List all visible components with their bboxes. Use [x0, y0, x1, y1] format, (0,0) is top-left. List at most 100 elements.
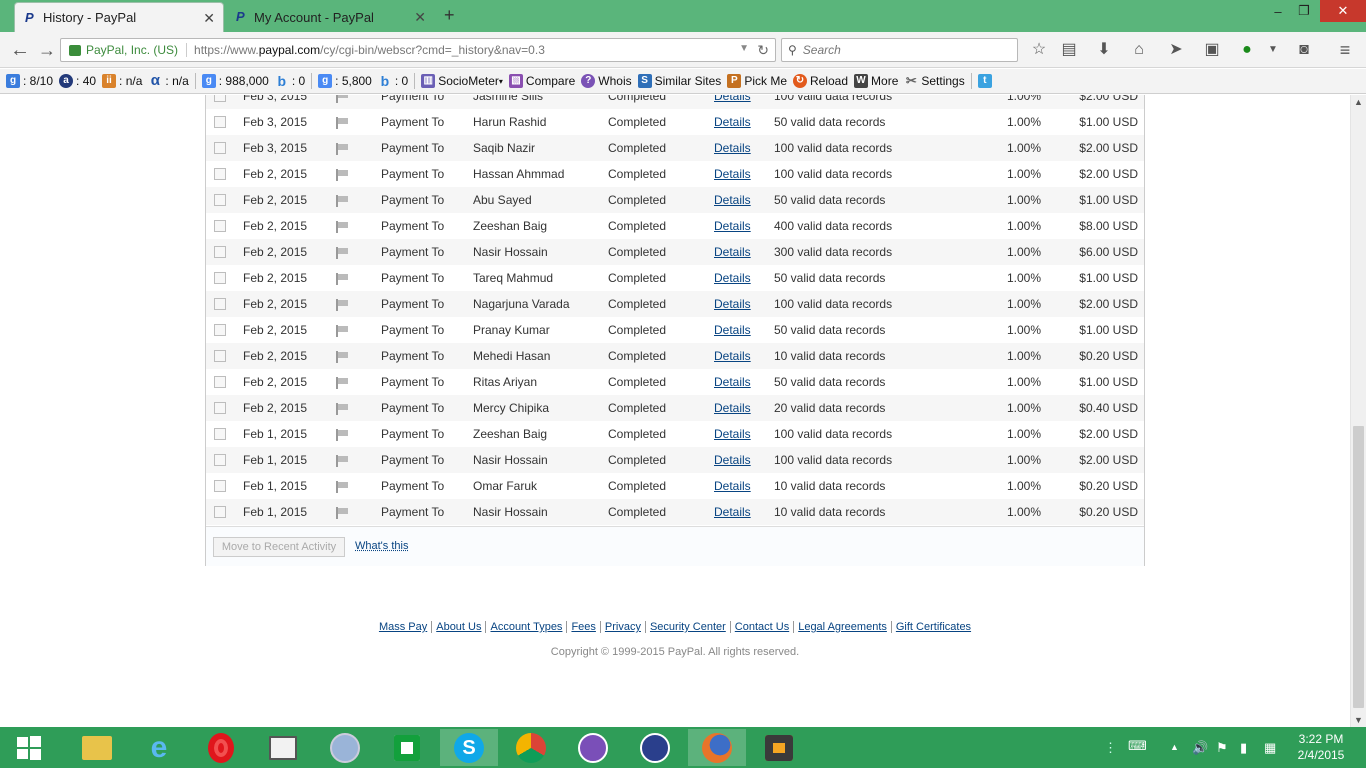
- back-icon[interactable]: ←: [10, 39, 30, 62]
- row-checkbox[interactable]: [214, 454, 226, 466]
- bookmark-item[interactable]: S Similar Sites: [637, 74, 721, 88]
- taskbar-app[interactable]: [750, 729, 808, 766]
- bookmark-item[interactable]: ▧ Compare: [508, 74, 575, 88]
- home-icon[interactable]: ⌂: [1130, 41, 1148, 59]
- details-link[interactable]: Details: [714, 95, 751, 103]
- flag-icon[interactable]: [335, 95, 349, 103]
- vertical-scrollbar[interactable]: ▲ ▼: [1350, 95, 1366, 727]
- flag-icon[interactable]: [335, 117, 349, 129]
- bookmark-item[interactable]: ▥ SocioMeter ▾: [421, 74, 503, 88]
- bookmark-item[interactable]: b: 0: [378, 74, 409, 88]
- bookmark-item[interactable]: ii: n/a: [102, 74, 142, 88]
- row-checkbox[interactable]: [214, 95, 226, 102]
- bookmark-item[interactable]: b: 0: [275, 74, 306, 88]
- volume-icon[interactable]: 🔊: [1192, 740, 1208, 756]
- bookmark-item[interactable]: α: n/a: [148, 73, 189, 88]
- row-checkbox[interactable]: [214, 402, 226, 414]
- extension-icon[interactable]: ●: [1238, 41, 1256, 59]
- details-link[interactable]: Details: [714, 193, 751, 207]
- details-link[interactable]: Details: [714, 271, 751, 285]
- bookmark-item[interactable]: ↻ Reload: [793, 74, 848, 88]
- details-link[interactable]: Details: [714, 505, 751, 519]
- start-button[interactable]: [0, 729, 58, 766]
- taskbar-app[interactable]: [254, 729, 312, 766]
- row-checkbox[interactable]: [214, 220, 226, 232]
- details-link[interactable]: Details: [714, 479, 751, 493]
- bookmark-star-icon[interactable]: ☆: [1030, 41, 1048, 59]
- taskbar-app[interactable]: e: [130, 729, 188, 766]
- flag-icon[interactable]: [335, 273, 349, 285]
- row-checkbox[interactable]: [214, 246, 226, 258]
- url-text[interactable]: https://www.paypal.com/cy/cgi-bin/webscr…: [194, 43, 545, 57]
- details-link[interactable]: Details: [714, 167, 751, 181]
- bookmark-item[interactable]: ✂ Settings: [904, 74, 965, 89]
- row-checkbox[interactable]: [214, 142, 226, 154]
- row-checkbox[interactable]: [214, 376, 226, 388]
- row-checkbox[interactable]: [214, 116, 226, 128]
- extension-dropdown-icon[interactable]: ▼: [1264, 41, 1282, 59]
- keyboard-icon[interactable]: ⌨: [1128, 738, 1147, 754]
- taskbar-app[interactable]: [378, 729, 436, 766]
- menu-icon[interactable]: ≡: [1336, 41, 1354, 59]
- details-link[interactable]: Details: [714, 375, 751, 389]
- footer-link[interactable]: Contact Us: [729, 621, 794, 633]
- send-icon[interactable]: ➤: [1167, 41, 1185, 59]
- details-link[interactable]: Details: [714, 245, 751, 259]
- taskbar-app[interactable]: [502, 729, 560, 766]
- details-link[interactable]: Details: [714, 323, 751, 337]
- flag-icon[interactable]: [335, 351, 349, 363]
- scroll-down-icon[interactable]: ▼: [1354, 715, 1363, 725]
- flag-icon[interactable]: [335, 195, 349, 207]
- network-icon[interactable]: ▦: [1264, 740, 1276, 756]
- bookmark-item[interactable]: P Pick Me: [727, 74, 787, 88]
- flag-icon[interactable]: [335, 325, 349, 337]
- scrollbar-thumb[interactable]: [1353, 426, 1364, 708]
- minimize-icon[interactable]: –: [1266, 0, 1290, 22]
- search-input[interactable]: ⚲ Search: [781, 38, 1018, 62]
- flag-icon[interactable]: [335, 455, 349, 467]
- restore-icon[interactable]: ❐: [1292, 0, 1316, 22]
- flag-icon[interactable]: [335, 247, 349, 259]
- footer-link[interactable]: Gift Certificates: [890, 621, 976, 633]
- save-icon[interactable]: ▣: [1203, 41, 1221, 59]
- downloads-icon[interactable]: ⬇: [1095, 41, 1113, 59]
- details-link[interactable]: Details: [714, 297, 751, 311]
- close-tab-icon[interactable]: ✕: [414, 9, 426, 26]
- flag-icon[interactable]: [335, 481, 349, 493]
- move-to-recent-activity-button[interactable]: Move to Recent Activity: [213, 537, 345, 557]
- bookmark-item[interactable]: t: [977, 74, 995, 88]
- forward-icon[interactable]: →: [38, 40, 56, 61]
- bookmark-item[interactable]: a: 40: [59, 74, 96, 88]
- footer-link[interactable]: Legal Agreements: [793, 621, 891, 633]
- pocket-icon[interactable]: ◙: [1295, 41, 1313, 59]
- flag-icon[interactable]: [335, 429, 349, 441]
- row-checkbox[interactable]: [214, 324, 226, 336]
- close-window-icon[interactable]: ✕: [1320, 0, 1366, 22]
- reload-icon[interactable]: ↻: [757, 42, 769, 59]
- flag-icon[interactable]: [335, 221, 349, 233]
- details-link[interactable]: Details: [714, 427, 751, 441]
- bookmark-item[interactable]: g: 988,000: [201, 74, 269, 88]
- bookmark-item[interactable]: W More: [854, 74, 898, 88]
- flag-icon[interactable]: [335, 169, 349, 181]
- row-checkbox[interactable]: [214, 168, 226, 180]
- details-link[interactable]: Details: [714, 141, 751, 155]
- scroll-up-icon[interactable]: ▲: [1354, 97, 1363, 107]
- details-link[interactable]: Details: [714, 453, 751, 467]
- whats-this-link[interactable]: What's this: [355, 540, 408, 552]
- row-checkbox[interactable]: [214, 428, 226, 440]
- close-tab-icon[interactable]: ✕: [203, 10, 215, 27]
- url-bar[interactable]: PayPal, Inc. (US) https://www.paypal.com…: [60, 38, 776, 62]
- footer-link[interactable]: Account Types: [485, 621, 567, 633]
- taskbar-app[interactable]: [626, 729, 684, 766]
- details-link[interactable]: Details: [714, 115, 751, 129]
- taskbar-app[interactable]: [68, 729, 126, 766]
- url-dropdown-icon[interactable]: ▼: [739, 43, 749, 54]
- row-checkbox[interactable]: [214, 272, 226, 284]
- details-link[interactable]: Details: [714, 219, 751, 233]
- footer-link[interactable]: About Us: [431, 621, 486, 633]
- bookmarks-menu-icon[interactable]: ▤: [1060, 41, 1078, 59]
- tab-my-account[interactable]: P My Account - PayPal ✕: [226, 2, 434, 32]
- row-checkbox[interactable]: [214, 298, 226, 310]
- bookmark-item[interactable]: ? Whois: [581, 74, 632, 88]
